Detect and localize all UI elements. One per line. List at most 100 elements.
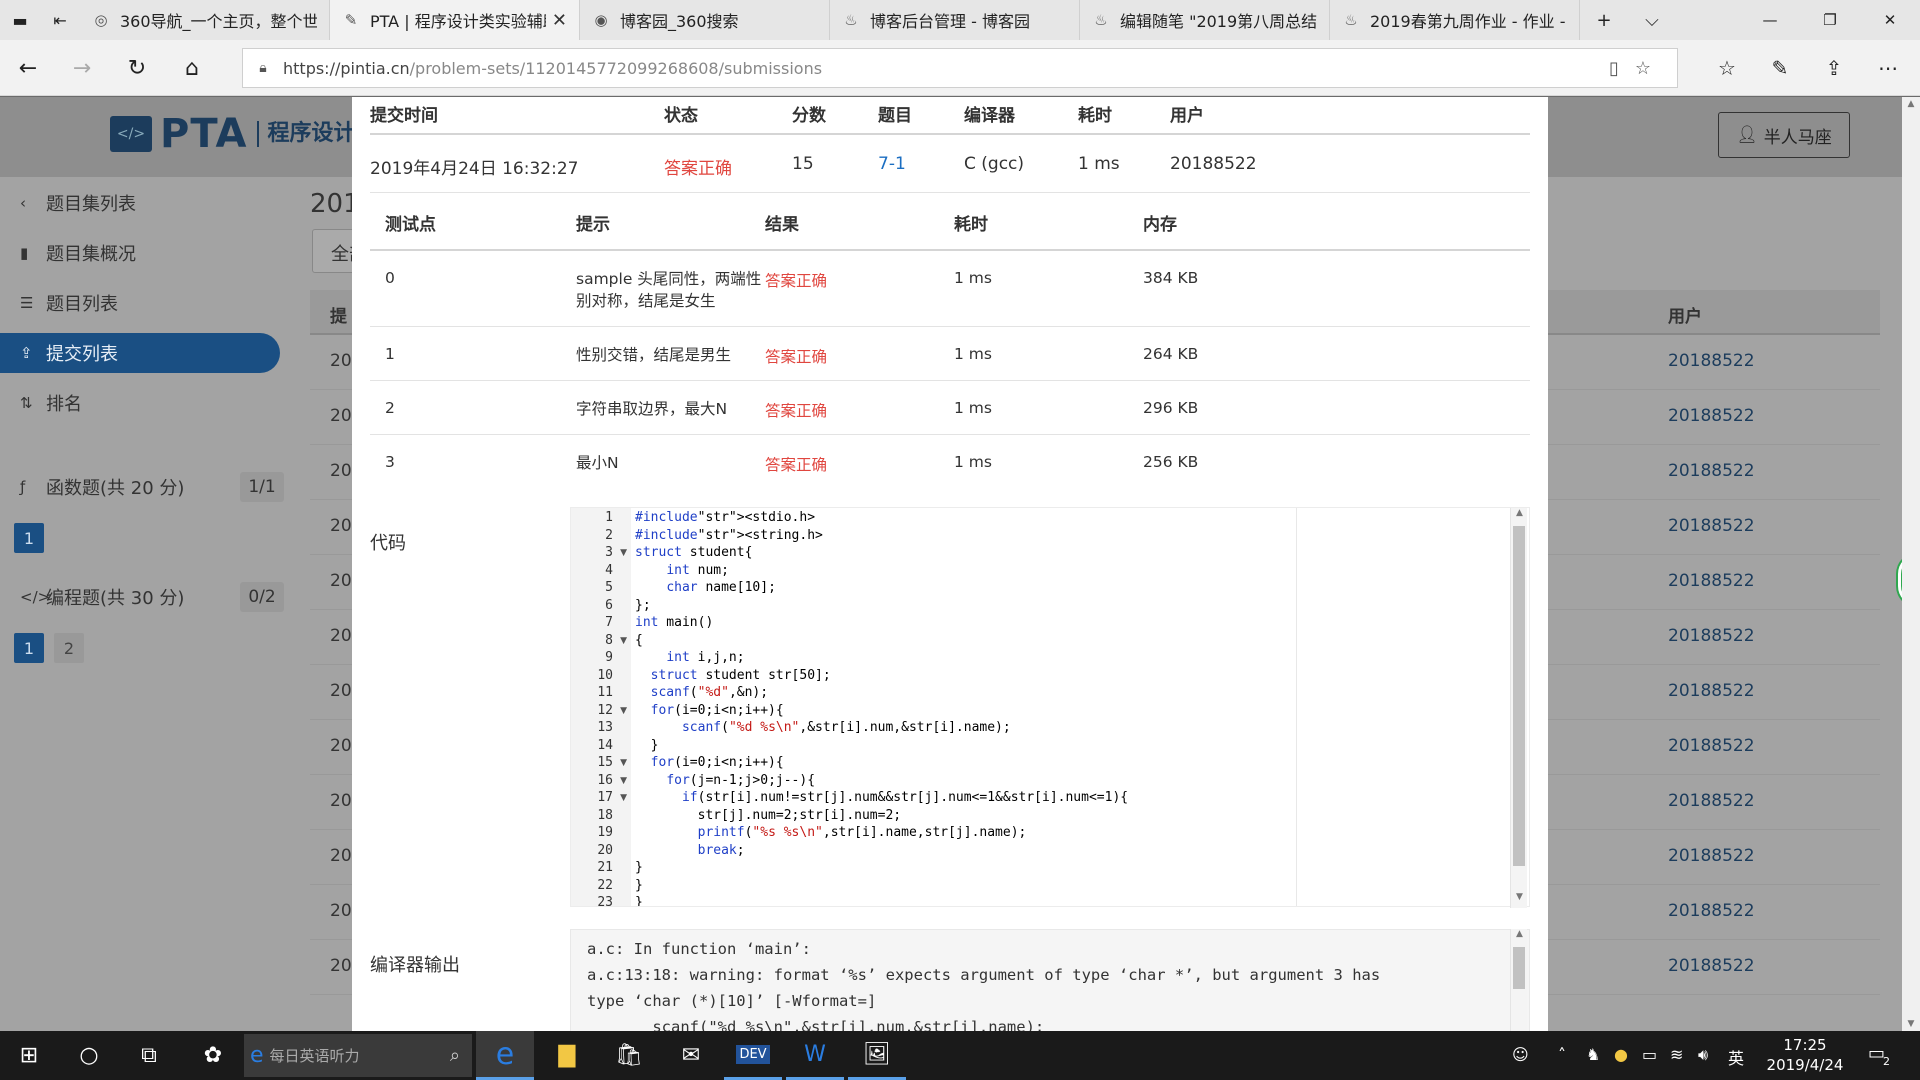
row-user-link[interactable]: 20188522 [1668, 516, 1755, 536]
tab-360-search[interactable]: ◉ 博客园_360搜索 [580, 0, 830, 40]
new-tab-button[interactable]: + [1580, 0, 1628, 40]
user-menu-button[interactable]: 👤︎ 半人马座 [1718, 112, 1850, 158]
tray-360-icon[interactable]: ● [1614, 1045, 1628, 1064]
tab-cnblogs-admin[interactable]: ♨ 博客后台管理 - 博客园 [830, 0, 1080, 40]
share-icon[interactable]: ⇪ [1812, 48, 1856, 88]
line-number: 4 [605, 562, 613, 578]
dev-cpp-icon[interactable]: DEV [724, 1031, 782, 1080]
tray-app-icon[interactable]: ♞ [1586, 1045, 1600, 1064]
fold-arrow-icon[interactable]: ▼ [620, 793, 627, 803]
cortana-icon[interactable]: ○ [60, 1031, 118, 1080]
tab-pta[interactable]: ✎ PTA | 程序设计类实验辅助教学平台 ✕ [330, 0, 580, 40]
row-user-link[interactable]: 20188522 [1668, 956, 1755, 976]
row-user-link[interactable]: 20188522 [1668, 846, 1755, 866]
scroll-up-arrow-icon[interactable]: ▲ [1511, 508, 1528, 524]
maximize-button[interactable]: ❐ [1800, 0, 1860, 40]
row-user-link[interactable]: 20188522 [1668, 681, 1755, 701]
function-problem-1[interactable]: 1 [14, 523, 44, 553]
windows-start-icon[interactable]: ⊞ [0, 1031, 58, 1080]
test-result: 答案正确 [765, 402, 828, 420]
reading-view-icon[interactable]: ▯ [1609, 58, 1635, 79]
row-user-link[interactable]: 20188522 [1668, 901, 1755, 921]
task-view-icon[interactable]: ⧉ [120, 1031, 178, 1080]
refresh-button[interactable]: ↻ [117, 48, 157, 88]
fold-arrow-icon[interactable]: ▼ [620, 548, 627, 558]
row-user-link[interactable]: 20188522 [1668, 736, 1755, 756]
code-editor[interactable]: 1 2 3 ▼ 4 5 6 7 8 ▼ 9 10 11 12 ▼ 13 14 15 ▼ 16 ▼ 17 ▼ 18 19 20 21 2… [570, 507, 1530, 907]
programming-problem-2[interactable]: 2 [54, 633, 84, 663]
photos-icon[interactable]: 🖼︎ [848, 1031, 906, 1080]
compiler-scroll-thumb[interactable] [1513, 947, 1525, 989]
tab-homework[interactable]: ♨ 2019春第九周作业 - 作业 - [1330, 0, 1580, 40]
sidebar-item-rank[interactable]: ⇅ 排名 [0, 383, 280, 423]
sidebar-item-overview[interactable]: ▮ 题目集概况 [0, 233, 280, 273]
taskbar-clock[interactable]: 17:25 2019/4/24 [1760, 1035, 1850, 1075]
test-id: 1 [385, 345, 395, 363]
code-line: for(i=0;i<n;i++){ [650, 755, 784, 770]
forward-button[interactable]: → [62, 48, 102, 88]
home-button[interactable]: ⌂ [172, 48, 212, 88]
tab-360-nav[interactable]: ◎ 360导航_一个主页，整个世界 [80, 0, 330, 40]
chevron-left-icon: ‹ [20, 194, 26, 212]
programming-problem-1[interactable]: 1 [14, 633, 44, 663]
tab-back-icon[interactable]: ⇤ [40, 0, 80, 40]
favorite-star-icon[interactable]: ☆ [1635, 58, 1667, 79]
compiler-scrollbar[interactable]: ▲ [1510, 929, 1527, 1031]
volume-icon[interactable]: 🔊︎ [1698, 1045, 1708, 1065]
scroll-down-arrow-icon[interactable]: ▼ [1511, 892, 1528, 908]
notification-center-icon[interactable]: ▭2 [1868, 1043, 1892, 1068]
fold-arrow-icon[interactable]: ▼ [620, 758, 627, 768]
row-user-link[interactable]: 20188522 [1668, 351, 1755, 371]
user-icon: 👤︎ [1736, 125, 1758, 145]
scroll-up-arrow-icon[interactable]: ▲ [1902, 99, 1920, 109]
pta-logo[interactable]: </> PTA 程序设计 [110, 111, 355, 157]
pen-icon[interactable]: ✎ [1758, 48, 1802, 88]
wifi-icon[interactable]: ≋ [1670, 1045, 1683, 1064]
edge-browser-icon[interactable]: e [476, 1031, 534, 1080]
section-programming-problems[interactable]: </> 编程题(共 30 分) [0, 577, 280, 617]
taskbar-search-input[interactable]: e 每日英语听力 ⌕ [244, 1034, 472, 1077]
store-icon[interactable]: 🛍︎ [600, 1031, 658, 1080]
row-user-link[interactable]: 20188522 [1668, 571, 1755, 591]
print-margin [1296, 508, 1297, 906]
row-user-link[interactable]: 20188522 [1668, 461, 1755, 481]
test-time: 1 ms [954, 345, 992, 363]
minimize-button[interactable]: — [1740, 0, 1800, 40]
back-button[interactable]: ← [8, 48, 48, 88]
scroll-down-arrow-icon[interactable]: ▼ [1902, 1019, 1920, 1029]
url-input[interactable]: 🔒︎ https://pintia.cn/problem-sets/112014… [242, 48, 1678, 88]
sidebar-item-submissions[interactable]: ⇪ 提交列表 [0, 333, 280, 373]
fold-arrow-icon[interactable]: ▼ [620, 776, 627, 786]
line-number: 10 [597, 667, 613, 683]
favorites-icon[interactable]: ☆ [1705, 48, 1749, 88]
sidebar-item-problems[interactable]: ☰ 题目列表 [0, 283, 280, 323]
row-user-link[interactable]: 20188522 [1668, 791, 1755, 811]
more-icon[interactable]: ⋯ [1866, 48, 1910, 88]
page-scrollbar[interactable]: ▲ ▼ [1902, 97, 1920, 1031]
app-pinwheel-icon[interactable]: ✿ [184, 1031, 242, 1080]
fold-arrow-icon[interactable]: ▼ [620, 706, 627, 716]
tab-list-button[interactable]: ⌵ [1628, 0, 1676, 40]
editor-scroll-thumb[interactable] [1513, 526, 1525, 866]
row-user-link[interactable]: 20188522 [1668, 626, 1755, 646]
problem-link[interactable]: 7-1 [878, 154, 906, 174]
scroll-up-arrow-icon[interactable]: ▲ [1511, 929, 1528, 945]
file-explorer-icon[interactable]: ▇ [538, 1031, 596, 1080]
sidebar-item-problem-sets[interactable]: ‹ 题目集列表 [0, 183, 280, 223]
wps-writer-icon[interactable]: W [786, 1031, 844, 1080]
show-hidden-icons-chevron-icon[interactable]: ˄ [1558, 1045, 1566, 1064]
test-time: 1 ms [954, 453, 992, 471]
people-icon[interactable]: ☺ [1512, 1045, 1529, 1064]
tab-edit-post[interactable]: ♨ 编辑随笔 "2019第八周总结" [1080, 0, 1330, 40]
row-user-link[interactable]: 20188522 [1668, 406, 1755, 426]
section-function-problems[interactable]: ƒ 函数题(共 20 分) [0, 467, 280, 507]
close-window-button[interactable]: ✕ [1860, 0, 1920, 40]
tab-actions-icon[interactable]: ▬ [0, 0, 40, 40]
ime-indicator[interactable]: 英 [1728, 1045, 1744, 1069]
editor-scrollbar[interactable]: ▲ ▼ [1510, 508, 1527, 908]
code-icon: </> [20, 588, 51, 606]
fold-arrow-icon[interactable]: ▼ [620, 636, 627, 646]
close-tab-icon[interactable]: ✕ [552, 10, 567, 31]
mail-icon[interactable]: ✉ [662, 1031, 720, 1080]
battery-icon[interactable]: ▭ [1642, 1045, 1657, 1064]
